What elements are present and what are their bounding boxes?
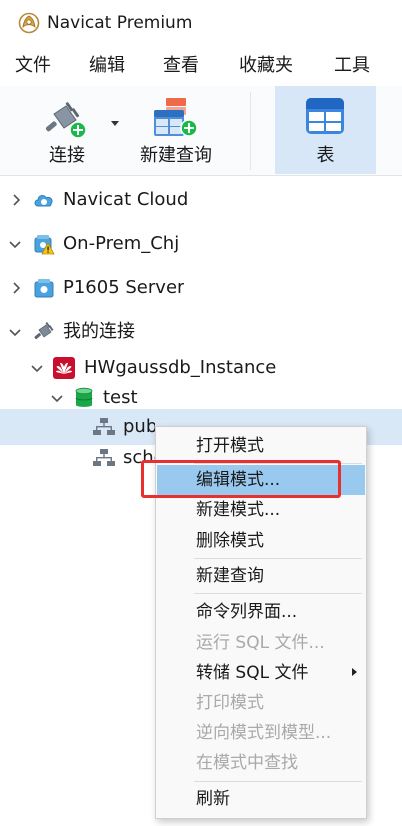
database-icon — [75, 387, 93, 407]
ctx-refresh[interactable]: 刷新 — [157, 784, 365, 814]
ctx-dump-sql-file[interactable]: 转储 SQL 文件 — [157, 658, 365, 688]
chevron-down-icon[interactable] — [51, 392, 63, 404]
window-title: Navicat Premium — [47, 13, 193, 33]
tree-label: test — [103, 387, 138, 408]
menu-edit[interactable]: 编辑 — [89, 54, 125, 78]
ctx-label: 逆向模式到模型... — [196, 723, 332, 743]
plug-icon — [34, 321, 54, 340]
ctx-open-schema[interactable]: 打开模式 — [157, 431, 365, 461]
ctx-separator — [194, 781, 362, 782]
menu-tools[interactable]: 工具 — [334, 54, 370, 78]
connect-dropdown-chevron-icon[interactable] — [111, 121, 119, 126]
chevron-down-icon[interactable] — [9, 326, 21, 338]
connect-button[interactable]: 连接 — [30, 86, 104, 174]
ctx-command-line[interactable]: 命令列界面... — [157, 597, 365, 627]
tree-item-on-prem[interactable]: On-Prem_Chj — [0, 226, 402, 262]
server-icon — [34, 279, 54, 298]
ctx-label: 新建模式... — [196, 500, 281, 520]
annotation-highlight-box — [141, 460, 341, 498]
chevron-right-icon[interactable] — [10, 282, 22, 294]
ctx-separator — [194, 593, 362, 594]
chevron-down-icon[interactable] — [31, 362, 43, 374]
ctx-print-schema: 打印模式 — [157, 688, 365, 718]
connect-label: 连接 — [49, 145, 85, 166]
ctx-find-in-schema: 在模式中查找 — [157, 748, 365, 778]
on-prem-server-warning-icon — [34, 235, 55, 255]
chevron-right-icon[interactable] — [10, 194, 22, 206]
ctx-label: 刷新 — [196, 789, 230, 809]
ctx-label: 在模式中查找 — [196, 753, 298, 773]
new-query-icon — [154, 98, 198, 137]
tree-label: P1605 Server — [63, 277, 185, 298]
tree-label: public — [123, 416, 155, 437]
tree-label: HWgaussdb_Instance — [84, 357, 277, 378]
navicat-logo-icon — [18, 12, 40, 34]
ctx-label: 删除模式 — [196, 531, 264, 551]
menu-favorites[interactable]: 收藏夹 — [239, 54, 293, 78]
table-button[interactable]: 表 — [275, 86, 376, 174]
tree-label: 我的连接 — [63, 321, 135, 342]
ctx-separator — [194, 558, 362, 559]
ctx-label: 转储 SQL 文件 — [196, 663, 309, 683]
chevron-down-icon[interactable] — [9, 238, 21, 250]
tree-item-my-connections[interactable]: 我的连接 — [0, 314, 402, 350]
tree-label: Navicat Cloud — [63, 189, 189, 210]
menu-file[interactable]: 文件 — [15, 54, 51, 78]
ctx-label: 打印模式 — [196, 693, 264, 713]
menu-view[interactable]: 查看 — [163, 54, 199, 78]
ctx-label: 打开模式 — [196, 436, 264, 456]
ctx-delete-schema[interactable]: 删除模式 — [157, 526, 365, 556]
ctx-label: 新建查询 — [196, 566, 264, 586]
toolbar-separator — [250, 92, 251, 170]
ctx-new-query[interactable]: 新建查询 — [157, 561, 365, 591]
ctx-new-schema[interactable]: 新建模式... — [157, 495, 365, 525]
chevron-right-icon — [352, 668, 357, 676]
cloud-icon — [34, 195, 53, 207]
ctx-run-sql-file: 运行 SQL 文件... — [157, 628, 365, 658]
plug-add-icon — [45, 102, 87, 139]
tree-item-navicat-cloud[interactable]: Navicat Cloud — [0, 182, 402, 218]
title-bar: Navicat Premium — [0, 0, 402, 46]
new-query-button[interactable]: 新建查询 — [134, 86, 218, 174]
tree-label: On-Prem_Chj — [63, 233, 180, 254]
ctx-label: 运行 SQL 文件... — [196, 633, 325, 653]
tree-item-p1605-server[interactable]: P1605 Server — [0, 270, 402, 306]
table-icon — [306, 98, 344, 134]
menu-bar: 文件 编辑 查看 收藏夹 工具 — [0, 46, 402, 86]
new-query-label: 新建查询 — [140, 145, 212, 166]
ctx-reverse-to-model: 逆向模式到模型... — [157, 718, 365, 748]
schema-icon — [93, 418, 115, 435]
table-label: 表 — [316, 145, 335, 166]
huawei-gaussdb-icon — [53, 357, 75, 379]
ctx-label: 命令列界面... — [196, 602, 298, 622]
schema-icon — [93, 449, 115, 466]
